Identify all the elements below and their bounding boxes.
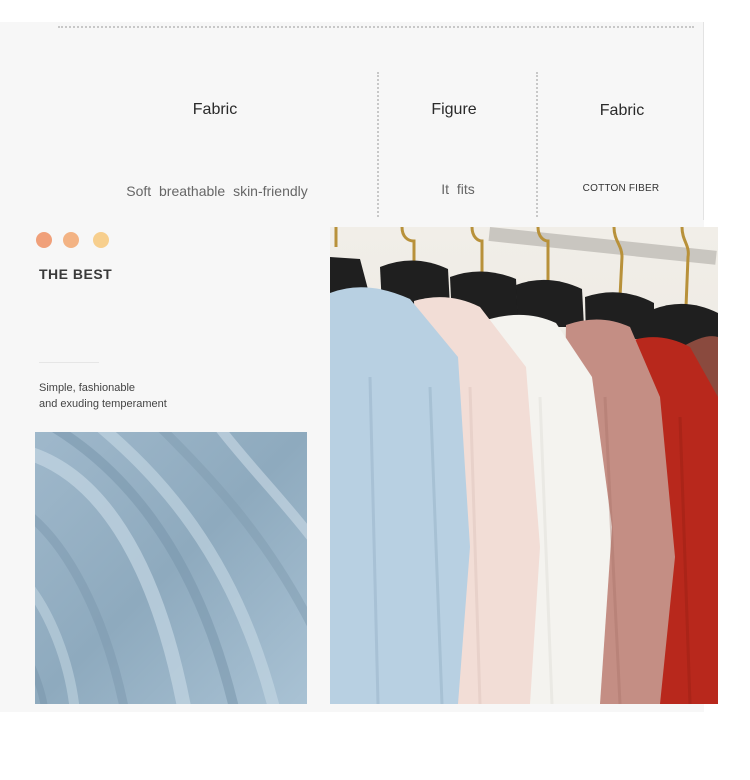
panel-edge — [703, 22, 704, 220]
feature-title-fabric: Fabric — [192, 101, 238, 118]
divider-line — [39, 362, 99, 363]
description-line-2: and exuding temperament — [39, 398, 167, 410]
feature-title-figure: Figure — [431, 101, 477, 118]
top-dotted-divider — [58, 26, 694, 28]
feature-subtitle-soft: Soft breathable skin-friendly — [126, 183, 308, 199]
description-line-1: Simple, fashionable — [39, 382, 136, 394]
section-heading: THE BEST — [39, 266, 113, 282]
accent-dot — [63, 232, 79, 248]
fabric-closeup-image — [35, 432, 307, 704]
feature-title-fabric-2: Fabric — [599, 102, 645, 119]
feature-subtitle-fits: It fits — [441, 181, 475, 197]
accent-dot — [93, 232, 109, 248]
accent-dot — [36, 232, 52, 248]
column-divider — [536, 72, 538, 217]
feature-subtitle-cotton: COTTON FIBER — [582, 183, 660, 194]
shirts-on-rack-image — [330, 227, 718, 704]
column-divider — [377, 72, 379, 217]
